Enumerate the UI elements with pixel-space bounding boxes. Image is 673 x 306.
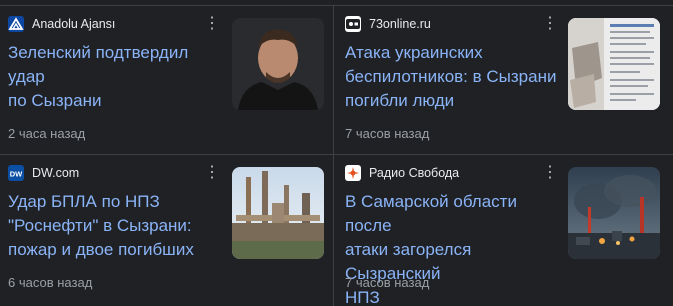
more-options-icon[interactable]: ⋮ xyxy=(542,165,558,181)
source-row: Радио Свобода xyxy=(345,163,459,183)
headline-line: беспилотников: в Сызрани xyxy=(345,67,557,86)
source-name: 73online.ru xyxy=(369,17,431,31)
divider-middle xyxy=(0,154,673,155)
article-thumbnail[interactable] xyxy=(568,18,660,110)
news-card-4[interactable]: Радио Свобода ⋮ В Самарской области посл… xyxy=(345,163,665,306)
anadolu-logo-icon xyxy=(8,16,24,32)
article-thumbnail[interactable] xyxy=(232,18,324,110)
divider-top xyxy=(0,5,673,6)
headline-line: Зеленский подтвердил удар xyxy=(8,43,189,86)
radio-svoboda-logo-icon xyxy=(345,165,361,181)
headline-line: по Сызрани xyxy=(8,91,102,110)
73online-logo-icon xyxy=(345,16,361,32)
divider-vertical xyxy=(333,5,334,306)
source-name: DW.com xyxy=(32,166,80,180)
source-row: 73online.ru xyxy=(345,14,431,34)
source-row: DW DW.com xyxy=(8,163,79,183)
timestamp: 7 часов назад xyxy=(345,126,430,141)
news-card-1[interactable]: Anadolu Ajansı ⋮ Зеленский подтвердил уд… xyxy=(8,14,326,150)
article-thumbnail[interactable] xyxy=(568,167,660,259)
headline-line: Удар БПЛА по НПЗ xyxy=(8,192,160,211)
headline-line: Атака украинских xyxy=(345,43,483,62)
headline-line: В Самарской области после xyxy=(345,192,517,235)
headline[interactable]: Зеленский подтвердил удар по Сызрани xyxy=(8,41,223,113)
svg-text:DW: DW xyxy=(10,170,23,179)
source-name: Anadolu Ajansı xyxy=(32,17,116,31)
headline[interactable]: Атака украинских беспилотников: в Сызран… xyxy=(345,41,560,113)
more-options-icon[interactable]: ⋮ xyxy=(204,165,220,181)
timestamp: 7 часов назад xyxy=(345,275,430,290)
dw-logo-icon: DW xyxy=(8,165,24,181)
more-options-icon[interactable]: ⋮ xyxy=(204,16,220,32)
headline[interactable]: Удар БПЛА по НПЗ "Роснефти" в Сызрани: п… xyxy=(8,190,223,262)
news-card-3[interactable]: DW DW.com ⋮ Удар БПЛА по НПЗ "Роснефти" … xyxy=(8,163,326,299)
source-row: Anadolu Ajansı xyxy=(8,14,115,34)
more-options-icon[interactable]: ⋮ xyxy=(542,16,558,32)
timestamp: 6 часов назад xyxy=(8,275,93,290)
timestamp: 2 часа назад xyxy=(8,126,86,141)
headline-line: "Роснефти" в Сызрани: xyxy=(8,216,192,235)
headline-line: пожар и двое погибших xyxy=(8,240,194,259)
article-thumbnail[interactable] xyxy=(232,167,324,259)
headline-line: погибли люди xyxy=(345,91,455,110)
source-name: Радио Свобода xyxy=(369,166,460,180)
news-card-2[interactable]: 73online.ru ⋮ Атака украинских беспилотн… xyxy=(345,14,665,150)
news-grid: Anadolu Ajansı ⋮ Зеленский подтвердил уд… xyxy=(0,0,673,306)
